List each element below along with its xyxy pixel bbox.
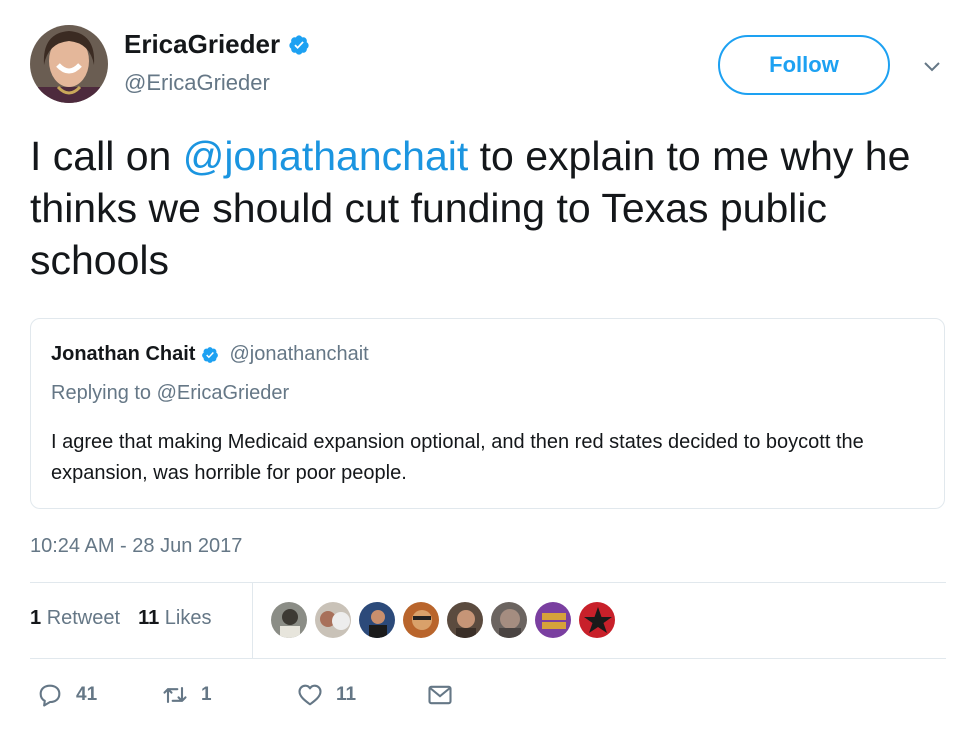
author-handle[interactable]: @EricaGrieder [124,70,270,96]
liker-avatar[interactable] [270,601,308,639]
like-count: 11 [336,684,357,705]
liker-avatar[interactable] [534,601,572,639]
tweet-timestamp[interactable]: 10:24 AM - 28 Jun 2017 [30,535,242,558]
liker-avatar[interactable] [490,601,528,639]
follow-button[interactable]: Follow [718,35,890,95]
likes-stat-label: Likes [164,607,212,629]
retweet-button[interactable]: 1 [161,681,296,709]
author-avatar[interactable] [30,25,108,103]
stats-vertical-divider [252,583,253,658]
tweet-actions: 41 1 11 [36,681,454,709]
chevron-down-icon[interactable] [920,54,944,78]
verified-badge-icon [289,34,309,55]
liker-avatar[interactable] [446,601,484,639]
stats-top-divider [30,582,946,583]
author-name[interactable]: EricaGrieder [124,29,310,60]
direct-message-button[interactable] [426,681,454,709]
reply-count: 41 [76,684,98,705]
stats-bottom-divider [30,658,946,659]
retweet-icon [163,686,187,704]
liker-avatar[interactable] [402,601,440,639]
message-icon [428,685,452,705]
author-name-text[interactable]: EricaGrieder [124,29,280,60]
heart-icon [298,684,322,706]
engagement-stats: 1 Retweet 11 Likes [30,607,211,630]
quoted-author-name: Jonathan Chait [51,343,196,365]
reply-icon [39,684,61,707]
quoted-tweet-header: Jonathan Chait @jonathanchait [51,343,369,366]
replying-to-text: Replying to @EricaGrieder [51,382,290,404]
liker-avatar[interactable] [358,601,396,639]
mention-link[interactable]: @jonathanchait [183,133,469,179]
liker-avatars [270,601,616,639]
retweet-count: 1 [201,684,212,705]
tweet-text: I call on @jonathanchait to explain to m… [30,130,960,286]
likes-stat-count: 11 [138,607,160,629]
quoted-tweet-card[interactable]: Jonathan Chait @jonathanchait Replying t… [30,318,945,509]
quoted-tweet-text: I agree that making Medicaid expansion o… [51,431,864,484]
like-button[interactable]: 11 [296,681,426,709]
verified-badge-icon [202,346,219,363]
retweet-stat-count: 1 [30,607,42,629]
liker-avatar[interactable] [578,601,616,639]
reply-button[interactable]: 41 [36,681,161,709]
quoted-author-handle: @jonathanchait [229,343,369,365]
tweet-text-start: I call on [30,133,183,179]
liker-avatar[interactable] [314,601,352,639]
retweet-stat-label: Retweet [46,607,121,629]
likes-stat[interactable]: 11 Likes [138,607,211,630]
retweet-stat[interactable]: 1 Retweet [30,607,120,630]
